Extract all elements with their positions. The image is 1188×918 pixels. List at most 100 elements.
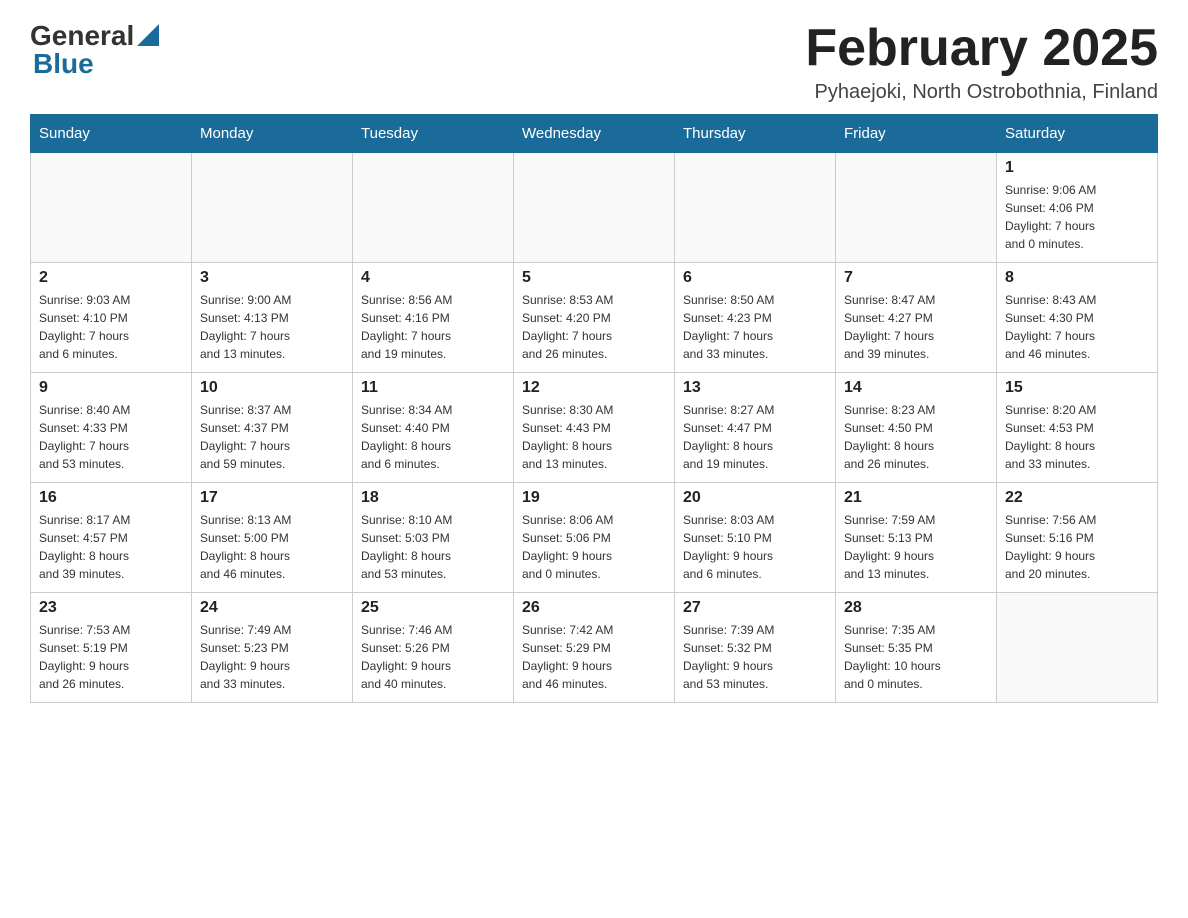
day-number: 10 — [200, 379, 344, 397]
day-number: 4 — [361, 269, 505, 287]
calendar-cell: 19 Sunrise: 8:06 AM Sunset: 5:06 PM Dayli… — [514, 483, 675, 593]
calendar-cell: 24 Sunrise: 7:49 AM Sunset: 5:23 PM Dayli… — [192, 593, 353, 703]
weekday-header-tuesday: Tuesday — [353, 115, 514, 153]
day-number: 15 — [1005, 379, 1149, 397]
day-info: Sunrise: 8:53 AM Sunset: 4:20 PM Dayligh… — [522, 291, 666, 363]
calendar-cell: 20 Sunrise: 8:03 AM Sunset: 5:10 PM Dayli… — [675, 483, 836, 593]
calendar-cell — [997, 593, 1158, 703]
calendar-week-4: 16 Sunrise: 8:17 AM Sunset: 4:57 PM Dayli… — [31, 483, 1158, 593]
day-number: 3 — [200, 269, 344, 287]
calendar-cell — [675, 153, 836, 263]
weekday-header-sunday: Sunday — [31, 115, 192, 153]
weekday-header-saturday: Saturday — [997, 115, 1158, 153]
calendar-cell: 6 Sunrise: 8:50 AM Sunset: 4:23 PM Daylig… — [675, 263, 836, 373]
logo-blue-text: Blue — [33, 48, 94, 80]
day-number: 7 — [844, 269, 988, 287]
calendar-cell — [31, 153, 192, 263]
calendar-cell: 26 Sunrise: 7:42 AM Sunset: 5:29 PM Dayli… — [514, 593, 675, 703]
calendar-cell: 13 Sunrise: 8:27 AM Sunset: 4:47 PM Dayli… — [675, 373, 836, 483]
calendar-table: SundayMondayTuesdayWednesdayThursdayFrid… — [30, 114, 1158, 703]
calendar-cell: 23 Sunrise: 7:53 AM Sunset: 5:19 PM Dayli… — [31, 593, 192, 703]
day-info: Sunrise: 9:03 AM Sunset: 4:10 PM Dayligh… — [39, 291, 183, 363]
day-info: Sunrise: 8:20 AM Sunset: 4:53 PM Dayligh… — [1005, 401, 1149, 473]
day-info: Sunrise: 7:59 AM Sunset: 5:13 PM Dayligh… — [844, 511, 988, 583]
weekday-header-monday: Monday — [192, 115, 353, 153]
calendar-cell: 27Sunrise: 7:39 AM Sunset: 5:32 PM Dayli… — [675, 593, 836, 703]
day-info: Sunrise: 8:23 AM Sunset: 4:50 PM Dayligh… — [844, 401, 988, 473]
calendar-cell: 21 Sunrise: 7:59 AM Sunset: 5:13 PM Dayli… — [836, 483, 997, 593]
day-number: 27 — [683, 599, 827, 617]
day-number: 18 — [361, 489, 505, 507]
day-info: Sunrise: 8:50 AM Sunset: 4:23 PM Dayligh… — [683, 291, 827, 363]
day-number: 13 — [683, 379, 827, 397]
day-number: 6 — [683, 269, 827, 287]
day-number: 24 — [200, 599, 344, 617]
day-info: Sunrise: 8:27 AM Sunset: 4:47 PM Dayligh… — [683, 401, 827, 473]
day-info: Sunrise: 7:49 AM Sunset: 5:23 PM Dayligh… — [200, 621, 344, 693]
calendar-cell: 7 Sunrise: 8:47 AM Sunset: 4:27 PM Daylig… — [836, 263, 997, 373]
day-number: 2 — [39, 269, 183, 287]
calendar-cell: 17 Sunrise: 8:13 AM Sunset: 5:00 PM Dayli… — [192, 483, 353, 593]
calendar-cell: 5 Sunrise: 8:53 AM Sunset: 4:20 PM Daylig… — [514, 263, 675, 373]
day-info: Sunrise: 8:06 AM Sunset: 5:06 PM Dayligh… — [522, 511, 666, 583]
day-number: 26 — [522, 599, 666, 617]
day-number: 20 — [683, 489, 827, 507]
calendar-header: SundayMondayTuesdayWednesdayThursdayFrid… — [31, 115, 1158, 153]
day-number: 12 — [522, 379, 666, 397]
day-info: Sunrise: 8:37 AM Sunset: 4:37 PM Dayligh… — [200, 401, 344, 473]
day-number: 19 — [522, 489, 666, 507]
day-info: Sunrise: 8:10 AM Sunset: 5:03 PM Dayligh… — [361, 511, 505, 583]
calendar-cell — [836, 153, 997, 263]
day-number: 1 — [1005, 159, 1149, 177]
calendar-cell: 22 Sunrise: 7:56 AM Sunset: 5:16 PM Dayli… — [997, 483, 1158, 593]
calendar-cell: 3Sunrise: 9:00 AM Sunset: 4:13 PM Daylig… — [192, 263, 353, 373]
weekday-header-wednesday: Wednesday — [514, 115, 675, 153]
calendar-cell: 18 Sunrise: 8:10 AM Sunset: 5:03 PM Dayli… — [353, 483, 514, 593]
day-number: 14 — [844, 379, 988, 397]
day-info: Sunrise: 8:17 AM Sunset: 4:57 PM Dayligh… — [39, 511, 183, 583]
calendar-body: 1Sunrise: 9:06 AM Sunset: 4:06 PM Daylig… — [31, 153, 1158, 703]
day-info: Sunrise: 8:47 AM Sunset: 4:27 PM Dayligh… — [844, 291, 988, 363]
day-number: 8 — [1005, 269, 1149, 287]
logo: General Blue — [30, 20, 159, 80]
weekday-header-row: SundayMondayTuesdayWednesdayThursdayFrid… — [31, 115, 1158, 153]
day-info: Sunrise: 8:13 AM Sunset: 5:00 PM Dayligh… — [200, 511, 344, 583]
calendar-cell: 16 Sunrise: 8:17 AM Sunset: 4:57 PM Dayli… — [31, 483, 192, 593]
calendar-cell — [192, 153, 353, 263]
calendar-week-3: 9Sunrise: 8:40 AM Sunset: 4:33 PM Daylig… — [31, 373, 1158, 483]
day-number: 9 — [39, 379, 183, 397]
day-info: Sunrise: 7:56 AM Sunset: 5:16 PM Dayligh… — [1005, 511, 1149, 583]
day-info: Sunrise: 7:53 AM Sunset: 5:19 PM Dayligh… — [39, 621, 183, 693]
calendar-cell: 1Sunrise: 9:06 AM Sunset: 4:06 PM Daylig… — [997, 153, 1158, 263]
day-number: 5 — [522, 269, 666, 287]
calendar-cell — [514, 153, 675, 263]
calendar-cell: 15 Sunrise: 8:20 AM Sunset: 4:53 PM Dayli… — [997, 373, 1158, 483]
day-number: 21 — [844, 489, 988, 507]
day-info: Sunrise: 8:03 AM Sunset: 5:10 PM Dayligh… — [683, 511, 827, 583]
day-info: Sunrise: 7:42 AM Sunset: 5:29 PM Dayligh… — [522, 621, 666, 693]
calendar-cell: 25 Sunrise: 7:46 AM Sunset: 5:26 PM Dayli… — [353, 593, 514, 703]
weekday-header-thursday: Thursday — [675, 115, 836, 153]
calendar-cell — [353, 153, 514, 263]
day-info: Sunrise: 8:56 AM Sunset: 4:16 PM Dayligh… — [361, 291, 505, 363]
day-info: Sunrise: 7:46 AM Sunset: 5:26 PM Dayligh… — [361, 621, 505, 693]
day-info: Sunrise: 8:43 AM Sunset: 4:30 PM Dayligh… — [1005, 291, 1149, 363]
day-number: 25 — [361, 599, 505, 617]
day-number: 16 — [39, 489, 183, 507]
day-number: 11 — [361, 379, 505, 397]
page-header: General Blue February 2025 Pyhaejoki, No… — [30, 20, 1158, 104]
logo-triangle-icon — [137, 24, 159, 46]
calendar-cell: 9Sunrise: 8:40 AM Sunset: 4:33 PM Daylig… — [31, 373, 192, 483]
day-number: 17 — [200, 489, 344, 507]
day-info: Sunrise: 8:30 AM Sunset: 4:43 PM Dayligh… — [522, 401, 666, 473]
calendar-cell: 4 Sunrise: 8:56 AM Sunset: 4:16 PM Daylig… — [353, 263, 514, 373]
calendar-week-1: 1Sunrise: 9:06 AM Sunset: 4:06 PM Daylig… — [31, 153, 1158, 263]
day-number: 23 — [39, 599, 183, 617]
month-title: February 2025 — [805, 20, 1158, 77]
weekday-header-friday: Friday — [836, 115, 997, 153]
calendar-cell: 11Sunrise: 8:34 AM Sunset: 4:40 PM Dayli… — [353, 373, 514, 483]
day-info: Sunrise: 7:35 AM Sunset: 5:35 PM Dayligh… — [844, 621, 988, 693]
calendar-cell: 28Sunrise: 7:35 AM Sunset: 5:35 PM Dayli… — [836, 593, 997, 703]
calendar-cell: 2 Sunrise: 9:03 AM Sunset: 4:10 PM Daylig… — [31, 263, 192, 373]
day-number: 22 — [1005, 489, 1149, 507]
